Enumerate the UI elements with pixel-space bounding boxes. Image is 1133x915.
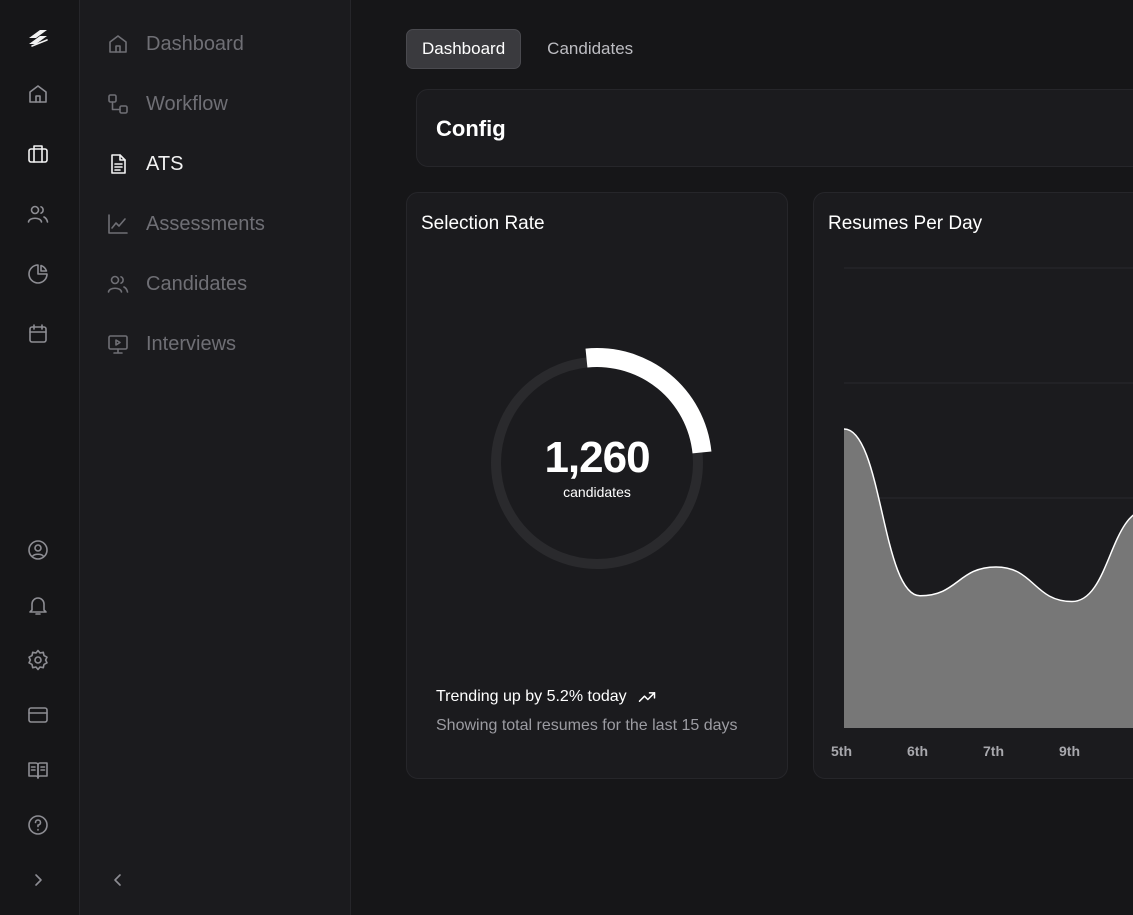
sidebar-item-assessments[interactable]: Assessments — [106, 209, 265, 239]
home-icon — [106, 32, 130, 56]
help-icon[interactable] — [26, 813, 50, 837]
resumes-per-day-card: Resumes Per Day 5th 6th 7th 9th — [813, 192, 1133, 779]
user-circle-icon[interactable] — [26, 538, 50, 562]
trending-up-icon — [638, 692, 655, 702]
sidebar-item-interviews[interactable]: Interviews — [106, 329, 236, 359]
tab-dashboard[interactable]: Dashboard — [406, 29, 522, 69]
tab-candidates[interactable]: Candidates — [531, 29, 649, 69]
credit-card-icon[interactable] — [26, 703, 50, 727]
x-tick-label: 7th — [983, 743, 1004, 759]
resumes-area-chart — [843, 267, 1133, 728]
chevron-right-icon[interactable] — [26, 868, 50, 892]
sidebar-item-candidates[interactable]: Candidates — [106, 269, 247, 299]
sidebar-item-label: ATS — [146, 152, 184, 175]
chevron-left-icon[interactable] — [106, 868, 130, 897]
icon-rail — [0, 0, 80, 915]
config-panel: Config — [416, 89, 1133, 167]
candidate-count: 1,260 — [544, 433, 650, 482]
calendar-icon[interactable] — [26, 322, 50, 346]
logo-icon[interactable] — [26, 26, 50, 50]
users-icon[interactable] — [26, 202, 50, 226]
trend-line: Trending up by 5.2% today — [436, 687, 657, 707]
book-icon[interactable] — [26, 758, 50, 782]
file-text-icon — [106, 152, 130, 176]
sidebar-item-label: Assessments — [146, 212, 265, 235]
sidebar-item-label: Workflow — [146, 92, 228, 115]
tab-bar: Dashboard Candidates — [406, 29, 649, 69]
bell-icon[interactable] — [26, 593, 50, 617]
sidebar-nav: Dashboard Workflow ATS Assessments Candi… — [80, 0, 351, 915]
candidate-count-label: candidates — [563, 484, 631, 500]
sidebar-item-workflow[interactable]: Workflow — [106, 89, 228, 119]
settings-icon[interactable] — [26, 648, 50, 672]
selection-rate-card: Selection Rate 1,260 candidates Trending… — [406, 192, 788, 779]
home-icon[interactable] — [26, 82, 50, 106]
presentation-icon — [106, 332, 130, 356]
x-tick-label: 6th — [907, 743, 928, 759]
users-icon — [106, 272, 130, 296]
briefcase-icon[interactable] — [26, 142, 50, 166]
pie-chart-icon[interactable] — [26, 262, 50, 286]
line-chart-icon — [106, 212, 130, 236]
x-tick-label: 5th — [831, 743, 852, 759]
sidebar-item-label: Dashboard — [146, 32, 244, 55]
trend-subtitle: Showing total resumes for the last 15 da… — [436, 717, 738, 734]
x-tick-label: 9th — [1059, 743, 1080, 759]
sidebar-item-label: Candidates — [146, 272, 248, 295]
sidebar-item-dashboard[interactable]: Dashboard — [106, 29, 244, 59]
config-title: Config — [436, 116, 506, 141]
sidebar-item-label: Interviews — [146, 332, 237, 355]
sidebar-item-ats[interactable]: ATS — [106, 149, 183, 179]
area-fill — [844, 429, 1133, 728]
trend-text: Trending up by 5.2% today — [436, 688, 627, 705]
workflow-icon — [106, 92, 130, 116]
main-content: Dashboard Candidates Config Selection Ra… — [351, 0, 1133, 915]
